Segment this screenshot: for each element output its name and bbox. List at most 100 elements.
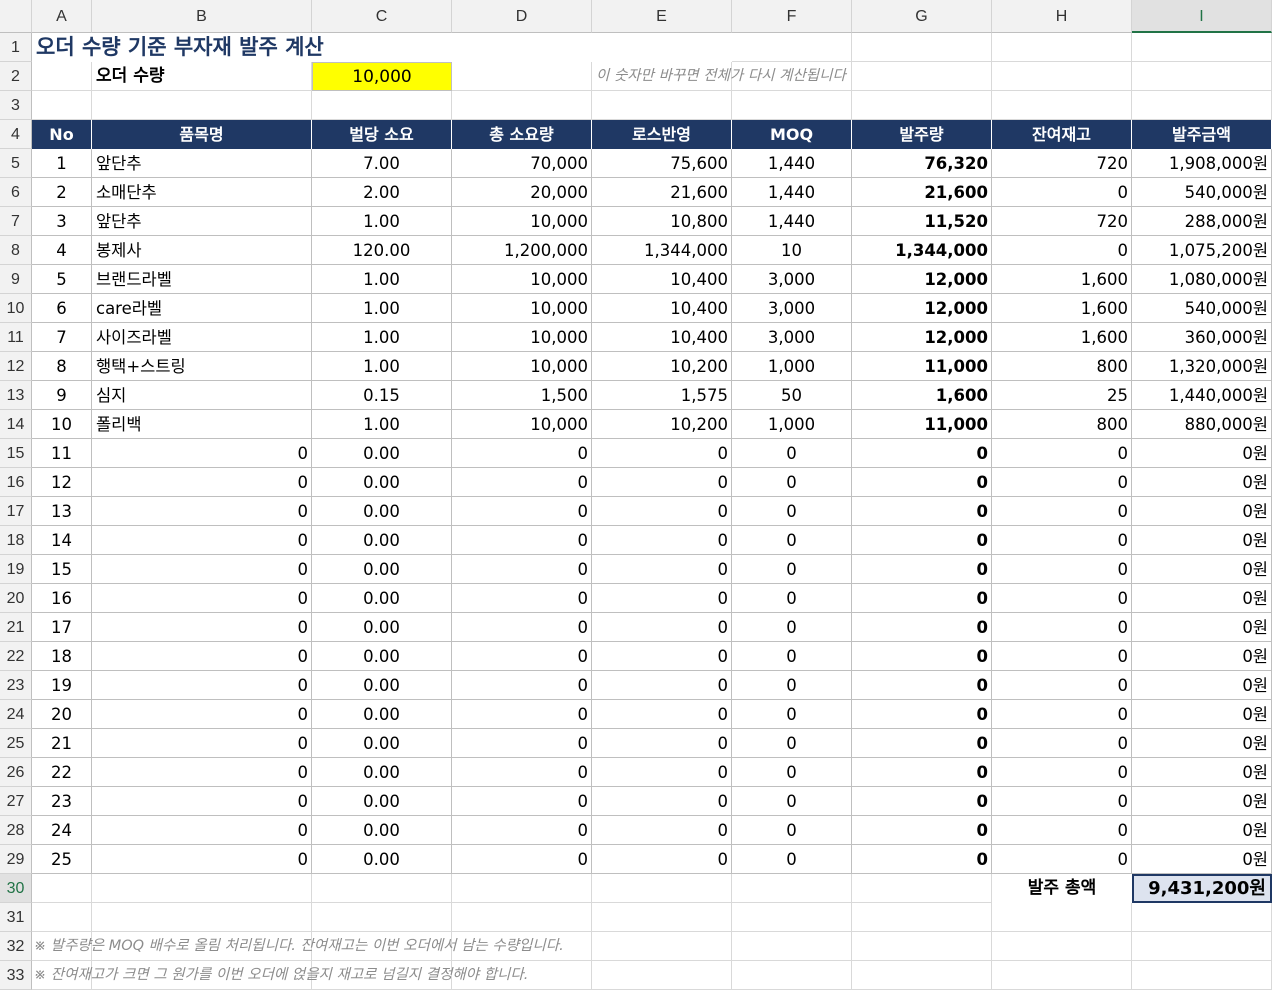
total-usage[interactable]: 20,000 (452, 178, 592, 207)
remaining-stock[interactable]: 720 (992, 149, 1132, 178)
order-quantity[interactable]: 0 (852, 555, 992, 584)
remaining-stock[interactable]: 0 (992, 700, 1132, 729)
grid-cell[interactable] (1132, 903, 1272, 932)
row-header-24[interactable]: 24 (0, 700, 32, 729)
per-unit-usage[interactable]: 1.00 (312, 352, 452, 381)
grid-cell[interactable] (852, 874, 992, 903)
per-unit-usage[interactable]: 0.00 (312, 439, 452, 468)
row-header-8[interactable]: 8 (0, 236, 32, 265)
grid-cell[interactable] (452, 874, 592, 903)
item-name[interactable]: 0 (92, 468, 312, 497)
order-quantity[interactable]: 0 (852, 468, 992, 497)
grid-cell[interactable] (32, 91, 92, 120)
row-header-31[interactable]: 31 (0, 903, 32, 932)
loss-adjusted[interactable]: 75,600 (592, 149, 732, 178)
moq[interactable]: 1,440 (732, 178, 852, 207)
order-amount[interactable]: 0원 (1132, 729, 1272, 758)
row-header-32[interactable]: 32 (0, 932, 32, 961)
row-header-16[interactable]: 16 (0, 468, 32, 497)
row-header-5[interactable]: 5 (0, 149, 32, 178)
order-quantity[interactable]: 0 (852, 671, 992, 700)
order-quantity[interactable]: 0 (852, 526, 992, 555)
row-number[interactable]: 19 (32, 671, 92, 700)
loss-adjusted[interactable]: 0 (592, 787, 732, 816)
row-header-28[interactable]: 28 (0, 816, 32, 845)
remaining-stock[interactable]: 0 (992, 468, 1132, 497)
row-number[interactable]: 10 (32, 410, 92, 439)
order-amount[interactable]: 0원 (1132, 468, 1272, 497)
order-amount[interactable]: 880,000원 (1132, 410, 1272, 439)
per-unit-usage[interactable]: 7.00 (312, 149, 452, 178)
row-header-18[interactable]: 18 (0, 526, 32, 555)
moq[interactable]: 1,440 (732, 149, 852, 178)
grid-cell[interactable] (1132, 91, 1272, 120)
grid-cell[interactable] (992, 961, 1132, 990)
loss-adjusted[interactable]: 0 (592, 729, 732, 758)
order-quantity[interactable]: 0 (852, 700, 992, 729)
total-usage[interactable]: 0 (452, 497, 592, 526)
grid-cell[interactable] (32, 874, 92, 903)
total-usage[interactable]: 0 (452, 845, 592, 874)
total-usage[interactable]: 10,000 (452, 265, 592, 294)
row-number[interactable]: 20 (32, 700, 92, 729)
order-amount[interactable]: 540,000원 (1132, 178, 1272, 207)
item-name[interactable]: 0 (92, 671, 312, 700)
order-quantity[interactable]: 0 (852, 758, 992, 787)
row-number[interactable]: 1 (32, 149, 92, 178)
item-name[interactable]: 앞단추 (92, 207, 312, 236)
grid-cell[interactable] (1132, 961, 1272, 990)
order-quantity[interactable]: 11,000 (852, 352, 992, 381)
loss-adjusted[interactable]: 10,200 (592, 410, 732, 439)
moq[interactable]: 3,000 (732, 294, 852, 323)
order-quantity[interactable]: 1,344,000 (852, 236, 992, 265)
row-number[interactable]: 4 (32, 236, 92, 265)
per-unit-usage[interactable]: 0.00 (312, 845, 452, 874)
row-header-6[interactable]: 6 (0, 178, 32, 207)
grid-cell[interactable] (852, 33, 992, 62)
moq[interactable]: 1,440 (732, 207, 852, 236)
order-quantity-input[interactable]: 10,000 (312, 62, 452, 91)
row-header-2[interactable]: 2 (0, 62, 32, 91)
item-name[interactable]: 소매단추 (92, 178, 312, 207)
total-amount[interactable]: 9,431,200원 (1132, 874, 1272, 903)
row-number[interactable]: 5 (32, 265, 92, 294)
item-name[interactable]: care라벨 (92, 294, 312, 323)
grid-cell[interactable] (852, 961, 992, 990)
order-amount[interactable]: 1,908,000원 (1132, 149, 1272, 178)
row-header-17[interactable]: 17 (0, 497, 32, 526)
loss-adjusted[interactable]: 0 (592, 468, 732, 497)
order-quantity[interactable]: 12,000 (852, 323, 992, 352)
row-header-7[interactable]: 7 (0, 207, 32, 236)
row-header-3[interactable]: 3 (0, 91, 32, 120)
moq[interactable]: 50 (732, 381, 852, 410)
total-usage[interactable]: 0 (452, 555, 592, 584)
remaining-stock[interactable]: 0 (992, 758, 1132, 787)
row-header-27[interactable]: 27 (0, 787, 32, 816)
order-amount[interactable]: 0원 (1132, 439, 1272, 468)
row-number[interactable]: 9 (32, 381, 92, 410)
row-header-15[interactable]: 15 (0, 439, 32, 468)
loss-adjusted[interactable]: 10,400 (592, 294, 732, 323)
item-name[interactable]: 0 (92, 816, 312, 845)
moq[interactable]: 0 (732, 787, 852, 816)
moq[interactable]: 0 (732, 468, 852, 497)
item-name[interactable]: 앞단추 (92, 149, 312, 178)
total-usage[interactable]: 0 (452, 642, 592, 671)
order-amount[interactable]: 1,075,200원 (1132, 236, 1272, 265)
moq[interactable]: 3,000 (732, 323, 852, 352)
order-quantity[interactable]: 12,000 (852, 294, 992, 323)
order-amount[interactable]: 0원 (1132, 613, 1272, 642)
column-header-f[interactable]: F (732, 0, 852, 33)
per-unit-usage[interactable]: 0.00 (312, 613, 452, 642)
row-number[interactable]: 17 (32, 613, 92, 642)
remaining-stock[interactable]: 0 (992, 729, 1132, 758)
grid-cell[interactable] (592, 91, 732, 120)
grid-cell[interactable] (452, 903, 592, 932)
row-number[interactable]: 13 (32, 497, 92, 526)
column-header-a[interactable]: A (32, 0, 92, 33)
moq[interactable]: 3,000 (732, 265, 852, 294)
order-amount[interactable]: 0원 (1132, 555, 1272, 584)
remaining-stock[interactable]: 1,600 (992, 294, 1132, 323)
remaining-stock[interactable]: 800 (992, 410, 1132, 439)
row-header-10[interactable]: 10 (0, 294, 32, 323)
